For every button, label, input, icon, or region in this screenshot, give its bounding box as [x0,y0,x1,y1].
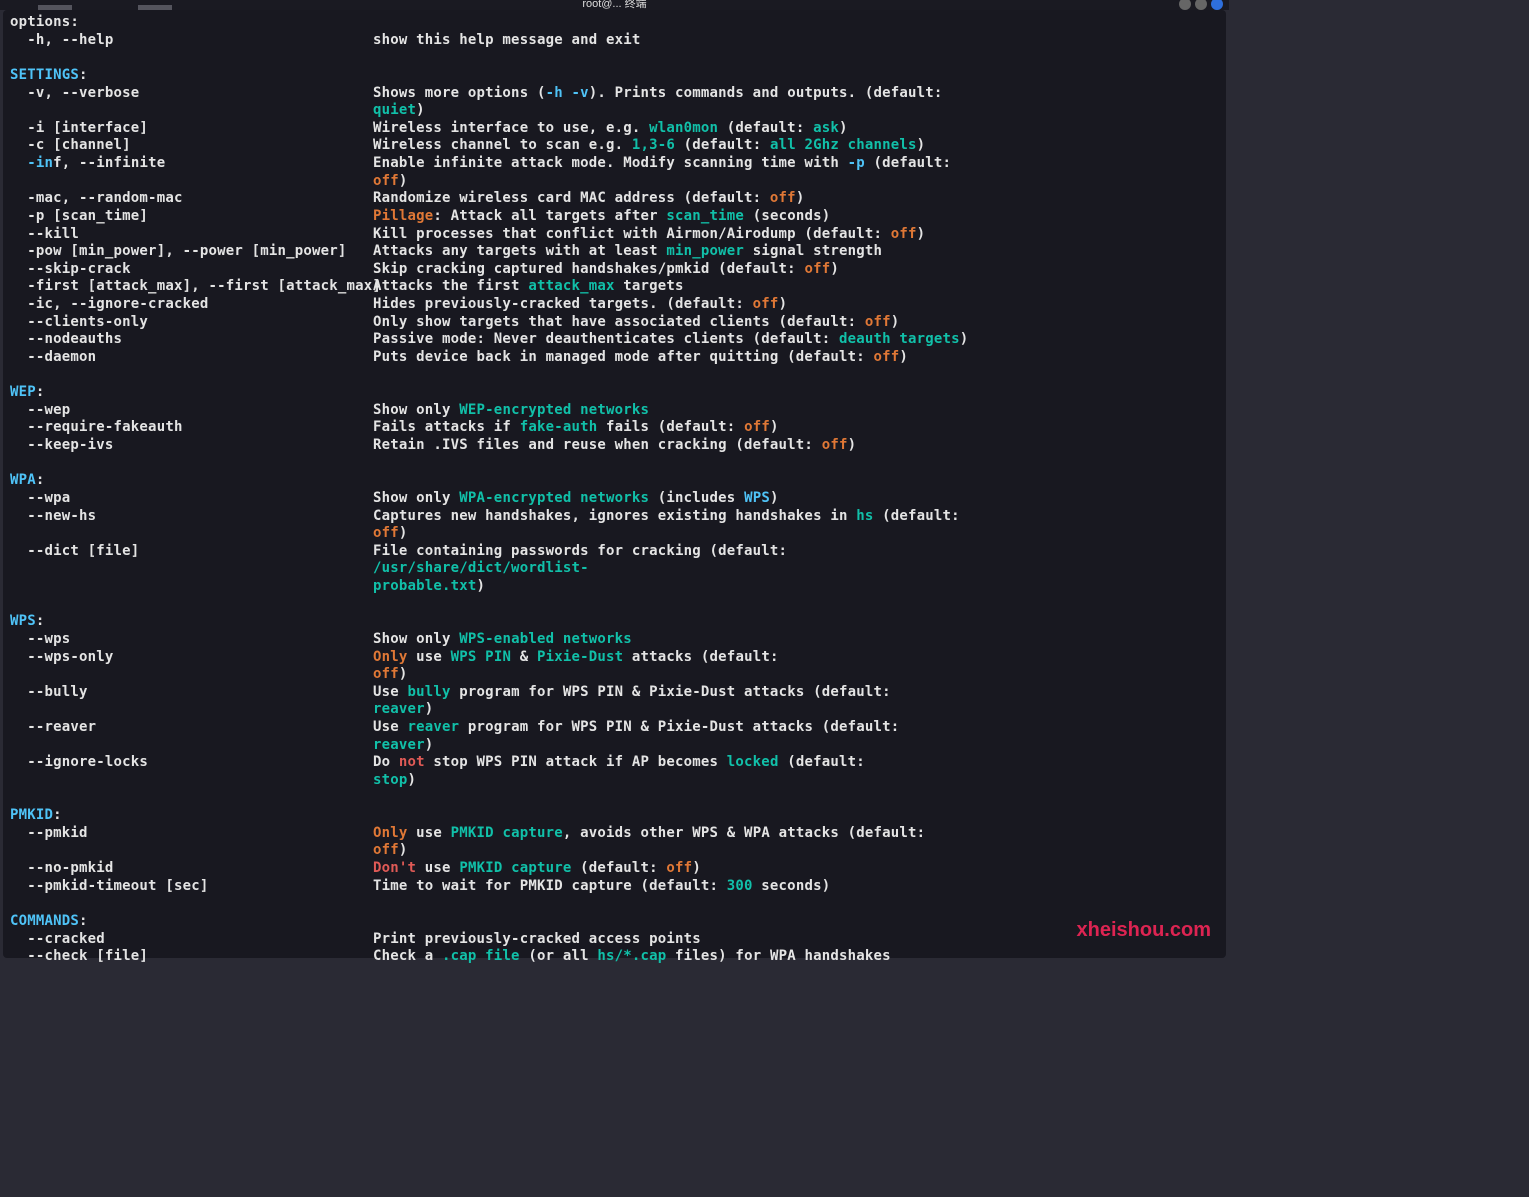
section-header: PMKID [10,807,53,825]
terminal-output[interactable]: options: -h, --helpshow this help messag… [10,14,1219,955]
cli-desc: Check a .cap file (or all hs/*.cap files… [373,948,891,966]
cli-flag: --cracked [10,931,373,949]
cli-flag: --daemon [10,349,373,367]
cli-flag: -c [channel] [10,137,373,155]
cli-desc: Hides previously-cracked targets. (defau… [373,296,787,314]
cli-desc: Captures new handshakes, ignores existin… [373,508,968,526]
cli-flag: -v, --verbose [10,85,373,103]
section-header: WPS [10,613,36,631]
cli-desc: probable.txt) [373,578,485,596]
cli-flag: -i [interface] [10,120,373,138]
cli-flag: --nodeauths [10,331,373,349]
cli-desc: reaver) [373,737,433,755]
cli-desc: show this help message and exit [373,32,641,50]
cli-desc: Shows more options (-h -v). Prints comma… [373,85,951,103]
cli-desc: stop) [373,772,416,790]
cli-desc: Attacks the first attack_max targets [373,278,684,296]
cli-flag: -p [scan_time] [10,208,373,226]
cli-flag: -ic, --ignore-cracked [10,296,373,314]
cli-flag: --no-pmkid [10,860,373,878]
cli-flag: -inf, --infinite [10,155,373,173]
cli-flag: -h, --help [10,32,373,50]
cli-desc: Retain .IVS files and reuse when crackin… [373,437,856,455]
cli-flag: -mac, --random-mac [10,190,373,208]
cli-flag: --wps [10,631,373,649]
cli-flag: --check [file] [10,948,373,966]
cli-desc: off) [373,666,408,684]
cli-flag: --require-fakeauth [10,419,373,437]
cli-desc: Use reaver program for WPS PIN & Pixie-D… [373,719,908,737]
close-button[interactable] [1211,0,1223,10]
cli-desc: Fails attacks if fake-auth fails (defaul… [373,419,779,437]
section-header: COMMANDS [10,913,79,931]
watermark-corner: xheishou.com [1077,918,1211,943]
cli-flag: --new-hs [10,508,373,526]
cli-flag: --ignore-locks [10,754,373,772]
cli-flag: --pmkid-timeout [sec] [10,878,373,896]
cli-desc: Time to wait for PMKID capture (default:… [373,878,830,896]
cli-desc: Passive mode: Never deauthenticates clie… [373,331,968,349]
cli-desc: off) [373,525,408,543]
cli-desc: Pillage: Attack all targets after scan_t… [373,208,830,226]
section-header: WEP [10,384,36,402]
cli-desc: Use bully program for WPS PIN & Pixie-Du… [373,684,899,702]
cli-desc: Do not stop WPS PIN attack if AP becomes… [373,754,874,772]
cli-desc: Don't use PMKID capture (default: off) [373,860,701,878]
cli-flag: --kill [10,226,373,244]
cli-flag: --bully [10,684,373,702]
cli-desc: Kill processes that conflict with Airmon… [373,226,925,244]
cli-desc: Show only WPS-enabled networks [373,631,632,649]
cli-desc: quiet) [373,102,425,120]
cli-desc: Show only WPA-encrypted networks (includ… [373,490,779,508]
cli-desc: Attacks any targets with at least min_po… [373,243,882,261]
cli-flag: -pow [min_power], --power [min_power] [10,243,373,261]
cli-desc: Skip cracking captured handshakes/pmkid … [373,261,839,279]
cli-desc: File containing passwords for cracking (… [373,543,973,578]
section-header: options [10,14,70,32]
cli-flag: --wep [10,402,373,420]
cli-desc: Puts device back in managed mode after q… [373,349,908,367]
section-header: SETTINGS [10,67,79,85]
cli-flag: -first [attack_max], --first [attack_max… [10,278,373,296]
cli-desc: Print previously-cracked access points [373,931,701,949]
cli-flag: --clients-only [10,314,373,332]
cli-flag: --wpa [10,490,373,508]
cli-flag: --pmkid [10,825,373,843]
cli-desc: Wireless channel to scan e.g. 1,3-6 (def… [373,137,925,155]
cli-desc: Only use PMKID capture, avoids other WPS… [373,825,934,843]
cli-flag: --dict [file] [10,543,373,578]
cli-flag: --keep-ivs [10,437,373,455]
cli-flag: --skip-crack [10,261,373,279]
cli-desc: Show only WEP-encrypted networks [373,402,649,420]
maximize-button[interactable] [1195,0,1207,10]
cli-desc: Only show targets that have associated c… [373,314,899,332]
cli-desc: off) [373,842,408,860]
cli-desc: off) [373,173,408,191]
cli-desc: Only use WPS PIN & Pixie-Dust attacks (d… [373,649,787,667]
cli-desc: Randomize wireless card MAC address (def… [373,190,804,208]
cli-desc: Wireless interface to use, e.g. wlan0mon… [373,120,848,138]
cli-flag: --reaver [10,719,373,737]
cli-flag: --wps-only [10,649,373,667]
section-header: WPA [10,472,36,490]
cli-desc: reaver) [373,701,433,719]
minimize-button[interactable] [1179,0,1191,10]
cli-desc: Enable infinite attack mode. Modify scan… [373,155,960,173]
